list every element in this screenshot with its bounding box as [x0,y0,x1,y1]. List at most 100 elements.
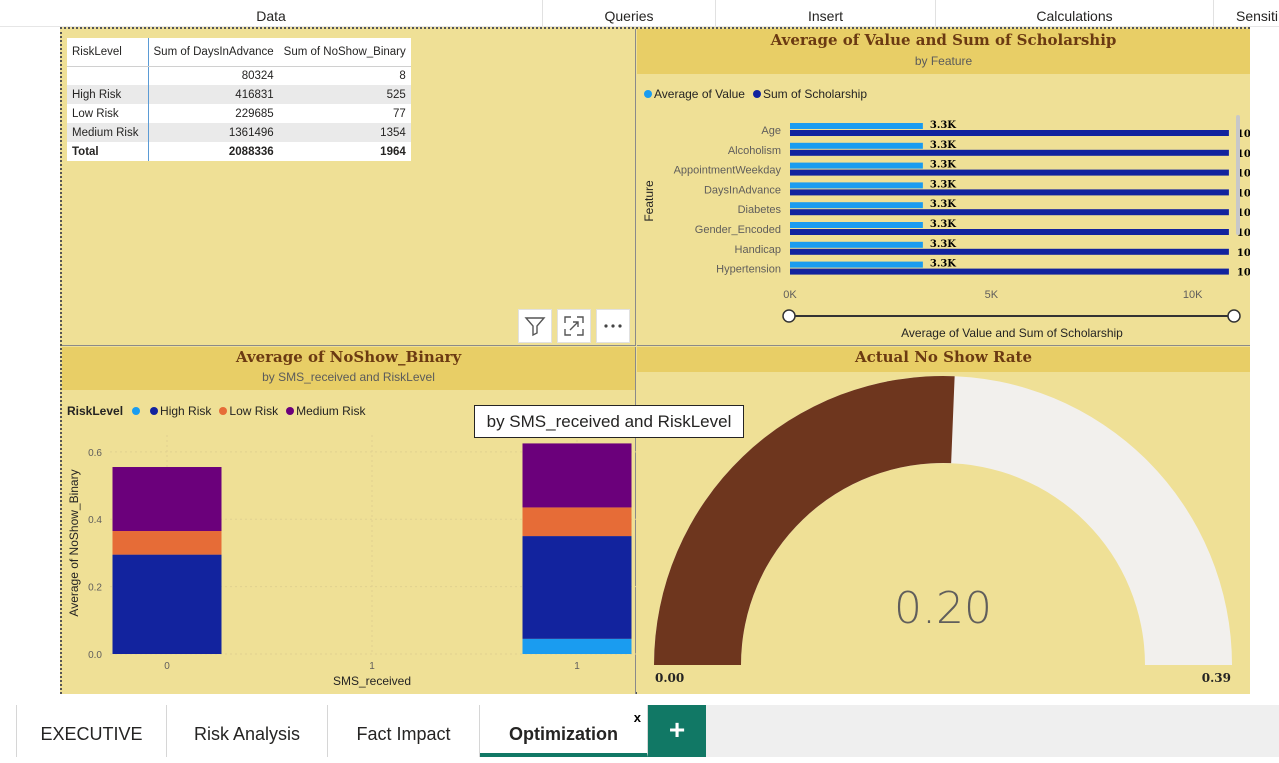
table-total-row[interactable]: Total 2088336 1964 [67,142,411,161]
matrix-visual[interactable]: RiskLevel Sum of DaysInAdvance Sum of No… [62,29,636,346]
data-label: 3.3K [930,259,956,270]
bar [790,169,1229,176]
y-tick-label: AppointmentWeekday [674,165,782,177]
x-axis-title: Average of Value and Sum of Scholarship [901,326,1123,340]
bar [790,268,1229,275]
table-cell: Low Risk [67,104,149,123]
table-cell: 80324 [241,69,274,82]
data-label: 3.3K [930,179,956,190]
column-chart-visual[interactable]: Average of NoShow_Binary by SMS_received… [62,347,636,694]
gauge-value-label: 0.20 [894,583,992,634]
zoom-slider-handle-end [1227,309,1241,323]
ribbon-tab-insert[interactable]: Insert [716,0,936,27]
page-tab-bar-empty [706,705,1279,757]
ribbon-tab-queries[interactable]: Queries [543,0,716,27]
column-chart-svg: 0.0 0.2 0.4 0.6 Average of NoShow_Binary SMS_… [67,435,636,688]
page-tab-fact-impact[interactable]: Fact Impact [328,705,480,757]
data-label: 3.3K [930,199,956,210]
y-tick-label: Diabetes [738,204,782,216]
y-tick-label: Handicap [735,244,781,256]
table-cell: Total [67,142,149,161]
y-axis-title: Feature [642,180,656,222]
y-tick-label: 0.0 [88,650,102,661]
table-cell [67,66,149,85]
bar-chart-visual[interactable]: Average of Value and Sum of Scholarship … [637,29,1250,346]
data-label: 3.3K [930,120,956,131]
bar [790,189,1229,196]
table-cell: 416831 [148,85,279,104]
table-row[interactable]: High Risk 416831 525 [67,85,411,104]
gauge-visual[interactable]: Actual No Show Rate 0.20 0.00 0.39 [637,347,1250,694]
bar [790,149,1229,156]
bar [790,222,923,228]
bar [790,241,923,248]
y-tick-label: 0.6 [88,448,102,459]
add-page-button[interactable]: + [648,705,706,757]
data-label: 10.9K [1237,248,1250,259]
table-cell: Medium Risk [67,123,149,142]
page-tab-executive[interactable]: EXECUTIVE [17,705,167,757]
stacked-bar-segment [522,638,632,654]
table-cell: 229685 [235,107,274,120]
table-header-row: RiskLevel Sum of DaysInAdvance Sum of No… [67,38,411,67]
report-canvas: RiskLevel Sum of DaysInAdvance Sum of No… [60,27,1250,694]
table-cell: 1964 [380,145,406,158]
table-row[interactable]: 80324 8 [67,66,411,85]
table-cell: 2088336 [228,145,274,158]
stacked-bar-segment [112,467,222,532]
column-header[interactable]: RiskLevel [67,38,149,67]
y-tick-label: 0.4 [88,515,102,526]
bar [790,261,923,268]
stacked-bar-segment [522,443,632,508]
page-tab-label: Optimization [509,724,618,744]
bar [790,229,1229,235]
gauge-max-label: 0.39 [1202,671,1231,685]
stacked-bar-segment [112,554,222,654]
bar [790,130,1229,136]
close-tab-icon[interactable]: x [634,689,641,747]
ribbon-tab-calculations[interactable]: Calculations [936,0,1214,27]
data-label: 3.3K [930,140,956,151]
ribbon-tab-sensitivity[interactable]: Sensiti [1214,0,1279,27]
y-tick-label: DaysInAdvance [704,184,781,196]
column-header[interactable]: Sum of DaysInAdvance [148,38,279,67]
matrix-table: RiskLevel Sum of DaysInAdvance Sum of No… [67,38,411,161]
column-header[interactable]: Sum of NoShow_Binary [278,38,411,67]
scrollbar-thumb [1236,115,1240,235]
ribbon-bar: Data Queries Insert Calculations Sensiti [0,0,1279,27]
more-options-icon[interactable] [596,309,630,343]
table-cell: 77 [392,107,406,120]
page-tab-risk-analysis[interactable]: Risk Analysis [167,705,328,757]
x-tick-label: 5K [985,289,999,301]
stacked-bar-segment [522,507,632,537]
x-axis-title: SMS_received [333,674,411,688]
data-label: 3.3K [930,239,956,250]
data-label: 3.3K [930,160,956,171]
x-tick-label: 0 [164,661,170,672]
table-row[interactable]: Low Risk 229685 77 [67,104,411,123]
page-tab-optimization[interactable]: Optimization x [480,705,648,757]
focus-mode-icon[interactable] [557,309,591,343]
y-tick-label: 0.2 [88,583,102,594]
y-tick-label: Alcoholism [728,145,781,157]
bar [790,123,923,129]
bar [790,162,923,169]
table-cell: 1354 [278,123,411,142]
filter-icon[interactable] [518,309,552,343]
ribbon-tab-data[interactable]: Data [0,0,543,27]
gauge-svg: 0.20 0.00 0.39 [654,376,1232,685]
y-tick-label: Age [761,125,781,137]
table-cell: 1361496 [148,123,279,142]
y-axis-title: Average of NoShow_Binary [67,469,81,616]
stacked-bar-segment [112,531,222,555]
y-tick-label: Gender_Encoded [695,224,781,236]
stacked-bar-segment [522,536,632,639]
zoom-slider-handle-start [782,309,796,323]
data-label: 3.3K [930,219,956,230]
x-tick-label: 0K [783,289,797,301]
data-label: 10.9K [1237,268,1250,279]
table-cell: 525 [278,85,411,104]
bar [790,182,923,189]
x-tick-label: 1 [574,661,580,672]
table-row[interactable]: Medium Risk 1361496 1354 [67,123,411,142]
